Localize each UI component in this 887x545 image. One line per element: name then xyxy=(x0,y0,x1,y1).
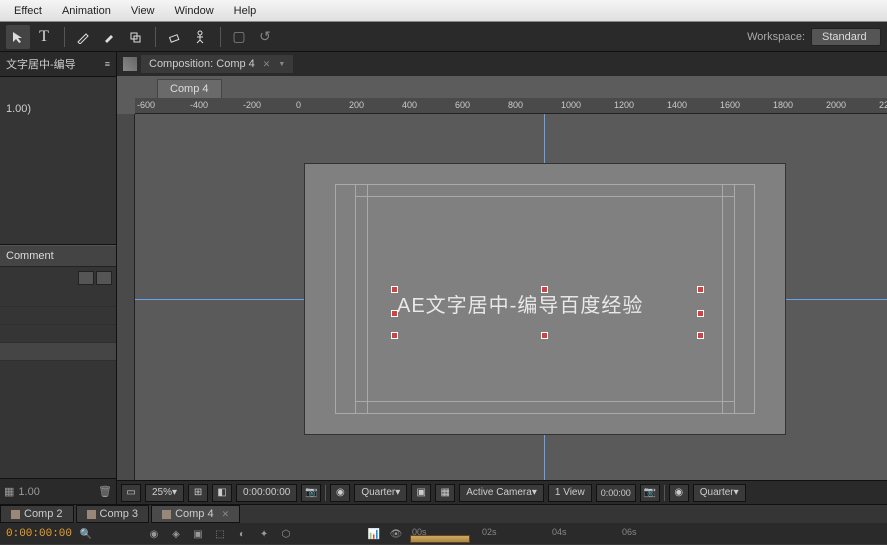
timeline-tab-active[interactable]: Comp 4✕ xyxy=(151,505,240,523)
switch-icon[interactable]: ◉ xyxy=(146,526,162,542)
switch-icon[interactable]: ◈ xyxy=(168,526,184,542)
time-display[interactable]: 0:00:00:00 xyxy=(236,484,297,502)
current-time[interactable]: 0:00:00:00 xyxy=(6,528,72,540)
safe-line xyxy=(367,184,368,414)
ruler-horizontal[interactable]: -600 -400 -200 0 200 400 600 800 1000 12… xyxy=(135,98,887,114)
handle[interactable] xyxy=(697,332,704,339)
channel-icon[interactable]: ◉ xyxy=(330,484,350,502)
selection-tool-icon[interactable] xyxy=(6,25,30,49)
safe-line xyxy=(734,184,735,414)
zoom-dropdown[interactable]: 25% ▾ xyxy=(145,484,184,502)
misc-tool-2-icon[interactable]: ↺ xyxy=(253,25,277,49)
timeline-tab[interactable]: Comp 3 xyxy=(76,505,150,523)
text-layer[interactable]: AE文字居中-编导百度经验 xyxy=(397,289,643,318)
composition-frame: AE文字居中-编导百度经验 xyxy=(305,164,785,434)
snapshot-icon[interactable]: 📷 xyxy=(301,484,321,502)
project-row[interactable] xyxy=(0,307,116,325)
brush-tool-icon[interactable] xyxy=(97,25,121,49)
col-toggle-icon[interactable] xyxy=(78,271,94,285)
menu-window[interactable]: Window xyxy=(165,3,224,19)
graph-icon[interactable]: 📊 xyxy=(366,526,382,542)
toolbar: T ▢ ↺ Workspace: Standard xyxy=(0,22,887,52)
handle[interactable] xyxy=(541,286,548,293)
project-row[interactable] xyxy=(0,343,116,361)
handle[interactable] xyxy=(697,310,704,317)
clone-tool-icon[interactable] xyxy=(123,25,147,49)
handle[interactable] xyxy=(391,332,398,339)
comp-dropdown[interactable]: Composition: Comp 4✕ xyxy=(141,55,293,73)
time2[interactable]: 0:00:00 xyxy=(596,484,636,502)
close-icon[interactable]: ✕ xyxy=(263,59,271,70)
switch-icon[interactable]: ◐ xyxy=(234,526,250,542)
mask-icon[interactable]: ◧ xyxy=(212,484,232,502)
timeline-tab[interactable]: Comp 2 xyxy=(0,505,74,523)
views-dropdown[interactable]: 1 View xyxy=(548,484,592,502)
trash-icon[interactable]: 🗑 xyxy=(98,485,112,498)
ruler-vertical[interactable] xyxy=(117,114,135,480)
resolution-dropdown[interactable]: Quarter ▾ xyxy=(354,484,407,502)
safe-line xyxy=(355,184,356,414)
project-tab[interactable]: 文字居中-编导≡ xyxy=(0,52,116,77)
switch-icon[interactable]: ▣ xyxy=(190,526,206,542)
project-panel: 文字居中-编导≡ 1.00) Comment ▦ 1.00 🗑 xyxy=(0,52,117,504)
switch-icon[interactable]: ✦ xyxy=(256,526,272,542)
grid-icon[interactable]: ⊞ xyxy=(188,484,208,502)
eraser-tool-icon[interactable] xyxy=(162,25,186,49)
handle[interactable] xyxy=(391,286,398,293)
safe-line xyxy=(722,184,723,414)
workspace-dropdown[interactable]: Standard xyxy=(811,28,881,46)
handle[interactable] xyxy=(541,332,548,339)
comp-tab[interactable]: Comp 4 xyxy=(157,79,222,98)
time-ruler[interactable]: 00s 02s 04s 06s xyxy=(410,525,881,543)
timeline-panel: Comp 2 Comp 3 Comp 4✕ 0:00:00:00 🔍 ◉ ◈ ▣… xyxy=(0,504,887,544)
switch-icon[interactable]: ⬡ xyxy=(278,526,294,542)
switch-icon[interactable]: ⬚ xyxy=(212,526,228,542)
menu-effect[interactable]: Effect xyxy=(4,3,52,19)
roi-icon[interactable]: ▣ xyxy=(411,484,431,502)
project-value: 1.00) xyxy=(6,103,110,115)
type-tool-icon[interactable]: T xyxy=(32,25,56,49)
composition-viewer: Composition: Comp 4✕ Comp 4 -600 -400 -2… xyxy=(117,52,887,504)
camera-dropdown[interactable]: Active Camera ▾ xyxy=(459,484,544,502)
search-icon[interactable]: 🔍 xyxy=(78,526,94,542)
handle[interactable] xyxy=(391,310,398,317)
misc-tool-1-icon[interactable]: ▢ xyxy=(227,25,251,49)
menu-animation[interactable]: Animation xyxy=(52,3,121,19)
puppet-tool-icon[interactable] xyxy=(188,25,212,49)
viewer-toolbar: ▭ 25% ▾ ⊞ ◧ 0:00:00:00 📷 ◉ Quarter ▾ ▣ ▦… xyxy=(117,480,887,504)
project-row[interactable] xyxy=(0,289,116,307)
menu-help[interactable]: Help xyxy=(224,3,267,19)
mag-icon[interactable]: ▭ xyxy=(121,484,141,502)
menu-view[interactable]: View xyxy=(121,3,165,19)
shy-icon[interactable]: 👁 xyxy=(388,526,404,542)
col-toggle-icon[interactable] xyxy=(96,271,112,285)
bpc-icon[interactable]: ▦ xyxy=(4,485,14,498)
canvas[interactable]: AE文字居中-编导百度经验 xyxy=(135,114,887,480)
pen-tool-icon[interactable] xyxy=(71,25,95,49)
comment-header[interactable]: Comment xyxy=(0,245,116,267)
menubar: Effect Animation View Window Help xyxy=(0,0,887,22)
footer-label: 1.00 xyxy=(18,486,39,498)
resolution2-dropdown[interactable]: Quarter ▾ xyxy=(693,484,746,502)
snapshot2-icon[interactable]: 📷 xyxy=(640,484,660,502)
transparency-icon[interactable]: ▦ xyxy=(435,484,455,502)
project-row[interactable] xyxy=(0,325,116,343)
workspace-label: Workspace: xyxy=(747,31,805,43)
comp-icon xyxy=(123,57,137,71)
channel2-icon[interactable]: ◉ xyxy=(669,484,689,502)
handle[interactable] xyxy=(697,286,704,293)
